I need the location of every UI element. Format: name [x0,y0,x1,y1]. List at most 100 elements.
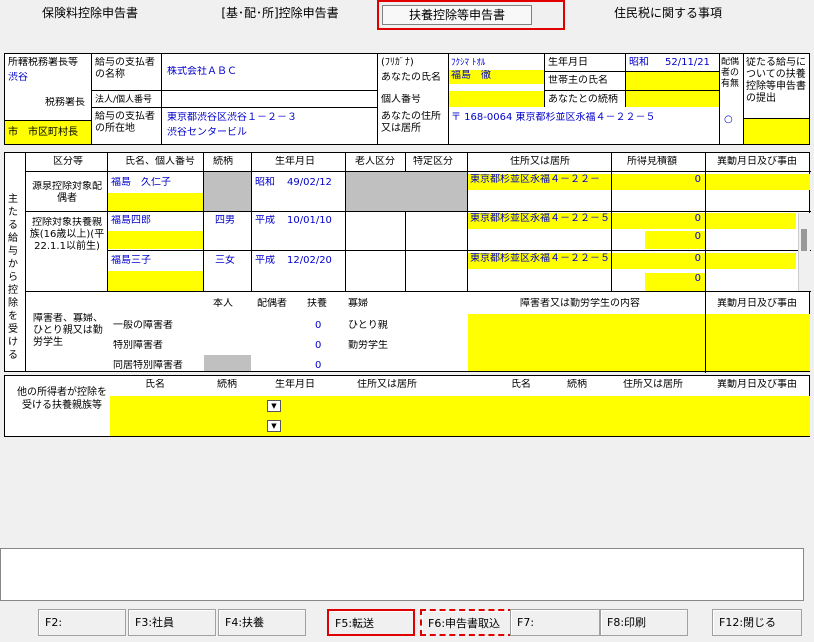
row-dep2-era[interactable]: 平成 [255,255,275,267]
name-value[interactable]: 福島 徹 [449,70,544,84]
spouse-section-label: 源泉控除対象配偶者 [32,181,102,204]
my-number-field[interactable] [449,91,544,107]
f6-import-button[interactable]: F6:申告書取込 [420,609,514,636]
other-col-dob: 生年月日 [275,379,315,390]
row-spouse-class [346,172,467,211]
row-dep2-dob[interactable]: 12/02/20 [287,255,332,267]
dis-row1-value[interactable]: 0 [315,320,321,332]
other-col-change: 異動月日及び事由 [717,379,797,390]
status-single-parent[interactable]: ひとり親 [348,320,388,332]
row-dep1-name[interactable]: 福島四郎 [111,215,151,227]
row-spouse-era[interactable]: 昭和 [255,177,275,189]
household-field[interactable] [626,72,719,90]
row-dep2-change[interactable] [706,253,796,269]
dropdown-arrow-icon[interactable]: ▼ [267,400,281,412]
col-category: 区分等 [53,156,83,167]
f12-close-button[interactable]: F12:閉じる [712,609,802,636]
col-address: 住所又は居所 [510,156,570,167]
dis-col-dependents: 扶養 [307,298,327,309]
payer-address-label: 給与の支払者の所在地 [95,111,155,134]
city-field[interactable]: 市 市区町村長 [5,120,91,144]
other-submit-field[interactable] [744,118,809,144]
other-col-address2: 住所又は居所 [623,379,683,390]
row-spouse-income[interactable]: 0 [612,174,705,190]
dis-col-content: 障害者又は勤労学生の内容 [520,298,640,309]
row-dep1-number[interactable] [108,231,203,249]
row-dep1-dob[interactable]: 10/01/10 [287,215,332,227]
dis-row2-value[interactable]: 0 [315,340,321,352]
dis-row3-value[interactable]: 0 [315,360,321,372]
other-col-relation: 続柄 [217,379,237,390]
dis-change-field[interactable] [706,314,810,371]
row-spouse-address[interactable]: 東京都杉並区永福４－２２－ [468,174,611,190]
f2-button[interactable]: F2: [38,609,126,636]
f4-button[interactable]: F4:扶養 [218,609,306,636]
other-col-address: 住所又は居所 [357,379,417,390]
spouse-label: 配偶者の有無 [721,57,740,89]
other-submit-label: 従たる給与についての扶養控除等申告書の提出 [746,57,806,104]
tab-basic-spouse[interactable]: [基･配･所]控除申告書 [195,0,365,26]
row-dep1-change[interactable] [706,213,796,229]
spouse-value[interactable]: ○ [724,114,733,126]
name-label: あなたの氏名 [381,72,441,83]
relation-label: あなたとの続柄 [548,94,618,105]
relation-field[interactable] [626,91,719,107]
other-table: 他の所得者が控除を受ける扶養親族等 氏名 続柄 生年月日 住所又は居所 氏名 続… [4,375,810,437]
other-section-label: 他の所得者が控除を受ける扶養親族等 [17,387,107,411]
row-dep1-address[interactable]: 東京都杉並区永福４－２２－５ [468,213,611,229]
f3-button[interactable]: F3:社員 [128,609,216,636]
tab-insurance[interactable]: 保険料控除申告書 [10,0,170,26]
my-number-label: 個人番号 [381,94,421,105]
tax-office-value[interactable]: 渋谷 [8,72,28,84]
payer-address-line1[interactable]: 東京都渋谷区渋谷１－２－３ [167,112,297,124]
dis-row1-label: 一般の障害者 [113,320,173,331]
other-col-relation2: 続柄 [567,379,587,390]
main-side-label: 主たる給与から控除を受ける [8,194,18,361]
dob-label: 生年月日 [548,57,588,68]
dis-row3-label: 同居特別障害者 [113,360,183,371]
row-spouse-dob[interactable]: 49/02/12 [287,177,332,189]
row-spouse-number[interactable] [108,193,203,211]
address-label: あなたの住所又は居所 [381,111,441,134]
dis-row3-self [204,355,251,371]
row-dep1-income2[interactable]: 0 [645,231,705,249]
f7-button[interactable]: F7: [510,609,600,636]
dob-value[interactable]: 52/11/21 [665,57,710,69]
address-value[interactable]: 〒 168-0064 東京都杉並区永福４－２２－５ [451,112,656,124]
scrollbar[interactable] [798,213,810,291]
row-dep1-era[interactable]: 平成 [255,215,275,227]
dependents-section-label: 控除対象扶養親族(16歳以上)(平22.1.1以前生) [29,217,105,252]
col-income: 所得見積額 [627,156,677,167]
col-change: 異動月日及び事由 [717,156,797,167]
f5-transfer-button[interactable]: F5:転送 [327,609,415,636]
row-spouse-name[interactable]: 福島 久仁子 [111,177,171,189]
furigana-value[interactable]: ﾌｸｼﾏ ﾄｵﾙ [451,57,485,69]
f8-print-button[interactable]: F8:印刷 [600,609,688,636]
status-student[interactable]: 勤労学生 [348,340,388,352]
household-label: 世帯主の氏名 [548,75,608,86]
row-spouse-relation [204,172,251,211]
dis-col-change: 異動月日及び事由 [717,298,797,309]
tax-office-suffix: 税務署長 [45,97,85,108]
disability-section-label: 障害者、寡婦、ひとり親又は勤労学生 [33,313,103,348]
row-dep2-address[interactable]: 東京都杉並区永福４－２２－５ [468,253,611,269]
message-area [0,548,804,601]
row-dep2-name[interactable]: 福島三子 [111,255,151,267]
tab-resident-tax[interactable]: 住民税に関する事項 [578,0,758,26]
payer-address-line2[interactable]: 渋谷センタービル [167,127,247,139]
payer-name-label: 給与の支払者の名称 [95,57,155,80]
dis-content-field[interactable] [468,314,705,371]
dob-era[interactable]: 昭和 [629,57,649,69]
row-dep2-relation[interactable]: 三女 [215,255,235,267]
payer-name-value[interactable]: 株式会社ＡＢＣ [167,66,237,78]
row-dep2-number[interactable] [108,271,203,291]
row-dep1-income[interactable]: 0 [612,213,705,229]
other-rows[interactable] [110,396,810,436]
row-dep2-income[interactable]: 0 [612,253,705,269]
other-col-name: 氏名 [145,379,165,390]
dropdown-arrow-icon[interactable]: ▼ [267,420,281,432]
row-dep2-income2[interactable]: 0 [645,273,705,291]
col-dob: 生年月日 [275,156,315,167]
row-spouse-change[interactable] [706,174,810,190]
row-dep1-relation[interactable]: 四男 [215,215,235,227]
